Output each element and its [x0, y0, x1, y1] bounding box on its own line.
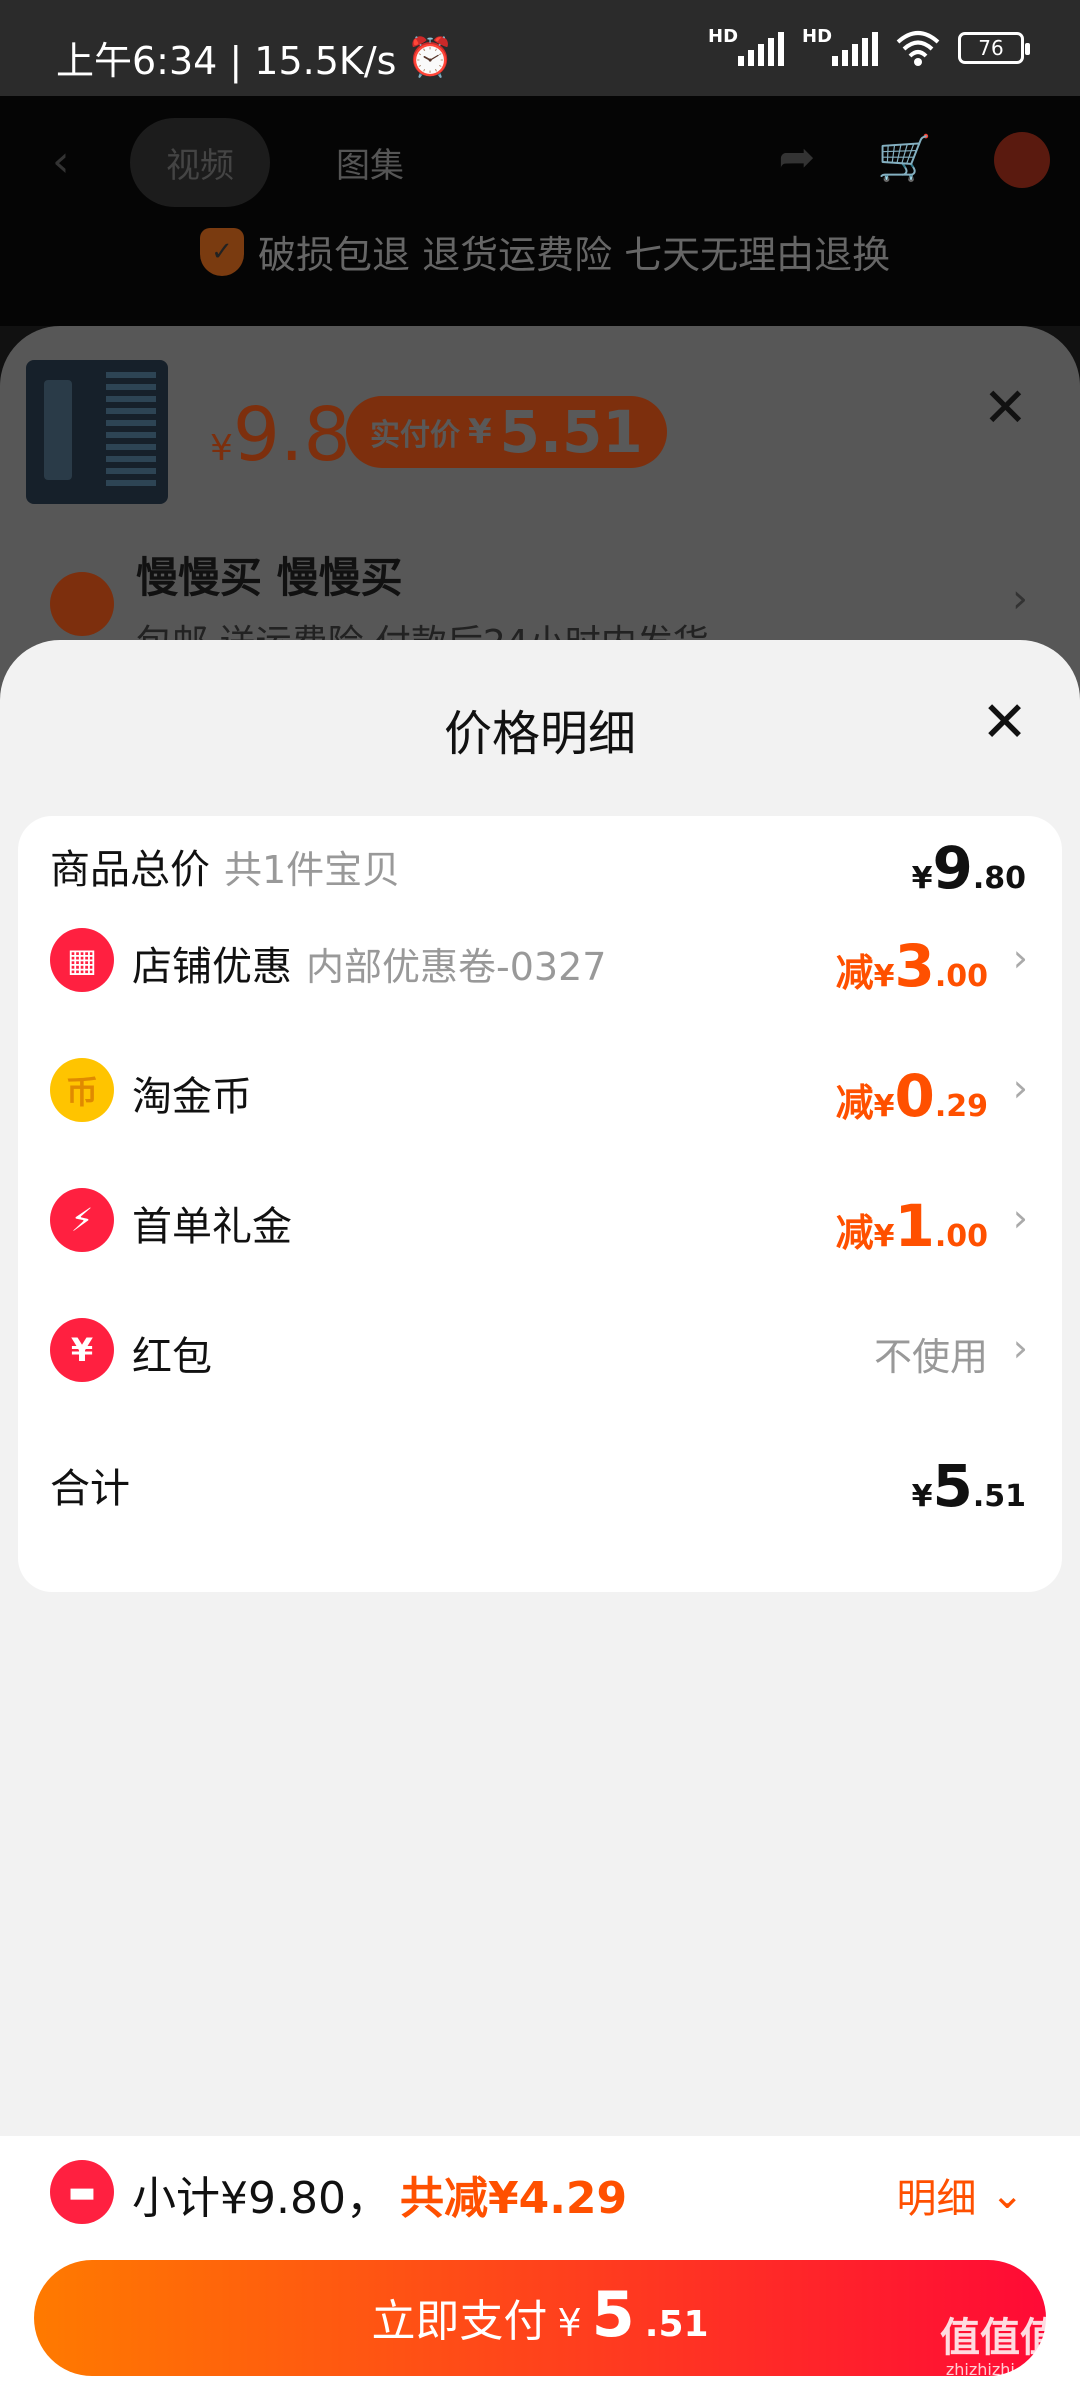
- pay-now-button[interactable]: 立即支付 ¥5.51: [34, 2260, 1046, 2376]
- panel-title: 价格明细: [443, 706, 636, 762]
- price-detail-card: 商品总价 共1件宝贝 ¥9.80 ▦ 店铺优惠 内部优惠卷-0327 减 ¥3.00 …: [18, 816, 1062, 1592]
- total-goods-value: ¥9.80: [911, 834, 1026, 902]
- watermark-logo: 值值值 zhizhizhi.com: [940, 2315, 1060, 2379]
- signal-icon: HD: [708, 26, 784, 66]
- chevron-right-icon: ›: [1012, 576, 1028, 622]
- shop-icon: ▦: [50, 928, 114, 992]
- first-order-gift-value: 减 ¥1.00: [835, 1192, 988, 1260]
- status-time: 上午6:34 | 15.5K/s ⏰: [56, 35, 454, 83]
- chevron-right-icon: ›: [1012, 936, 1028, 980]
- real-price-badge: 实付价 ¥ 5.51: [346, 396, 667, 468]
- red-packet-icon: ¥: [50, 1318, 114, 1382]
- total-row: 合计 ¥5.51: [50, 1452, 1026, 1520]
- bottom-bar: ▬ 小计¥9.80， 共减¥4.29 明细 ⌄ 立即支付 ¥5.51: [0, 2136, 1080, 2400]
- shop-discount-value: 减 ¥3.00: [835, 932, 988, 1000]
- subtotal-text: 小计¥9.80， 共减¥4.29: [132, 2173, 628, 2224]
- close-icon[interactable]: ✕: [981, 690, 1028, 755]
- battery-icon: 76: [958, 32, 1030, 64]
- red-packet-row[interactable]: ¥ 红包 不使用 ›: [18, 1286, 1062, 1416]
- wifi-icon: [896, 31, 940, 66]
- avatar: [994, 132, 1050, 188]
- tab-video: 视频: [130, 118, 270, 207]
- alarm-icon: ⏰: [406, 35, 454, 79]
- location-icon: [50, 572, 114, 636]
- guarantee-banner: ✓ 破损包退 退货运费险 七天无理由退换: [200, 224, 890, 279]
- chevron-down-icon: ⌄: [990, 2172, 1024, 2218]
- cart-icon: 🛒: [877, 133, 932, 184]
- tab-gallery: 图集: [336, 146, 404, 186]
- share-icon: ➦: [778, 132, 816, 183]
- total-value: ¥5.51: [911, 1452, 1026, 1520]
- chevron-right-icon: ›: [1012, 1066, 1028, 1110]
- red-packet-value: 不使用: [873, 1335, 988, 1379]
- status-bar: 上午6:34 | 15.5K/s ⏰ HD HD 76: [0, 0, 1080, 96]
- background-page: ‹ 视频 图集 ➦ 🛒 ✓ 破损包退 退货运费险 七天无理由退换: [0, 96, 1080, 326]
- signal-icon: HD: [802, 26, 878, 66]
- taojinbi-value: 减 ¥0.29: [835, 1062, 988, 1130]
- chevron-right-icon: ›: [1012, 1196, 1028, 1240]
- lightning-icon: ⚡: [50, 1188, 114, 1252]
- ticket-icon: ▬: [50, 2160, 114, 2224]
- chevron-right-icon: ›: [1012, 1326, 1028, 1370]
- taojinbi-row[interactable]: 币 淘金币 减 ¥0.29 ›: [18, 1026, 1062, 1156]
- coin-icon: 币: [50, 1058, 114, 1122]
- product-price: ¥9.8: [210, 392, 351, 478]
- detail-toggle[interactable]: 明细 ⌄: [896, 2166, 1024, 2224]
- back-icon: ‹: [52, 136, 70, 187]
- shop-discount-row[interactable]: ▦ 店铺优惠 内部优惠卷-0327 减 ¥3.00 ›: [18, 896, 1062, 1026]
- product-thumbnail: [26, 360, 168, 504]
- shield-icon: ✓: [200, 227, 244, 276]
- address-name: 慢慢买 慢慢买: [136, 553, 403, 602]
- first-order-gift-row[interactable]: ⚡ 首单礼金 减 ¥1.00 ›: [18, 1156, 1062, 1286]
- close-icon: ✕: [982, 376, 1028, 439]
